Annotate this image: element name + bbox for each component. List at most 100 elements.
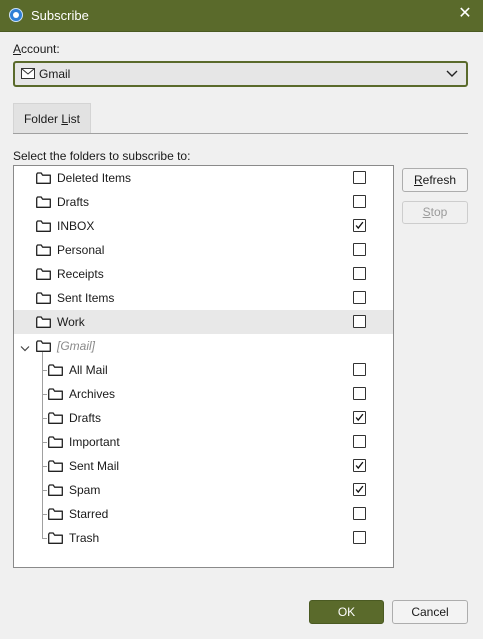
instructions-label: Select the folders to subscribe to: bbox=[13, 149, 191, 163]
folder-name: Receipts bbox=[57, 267, 104, 281]
tab-label-accel: L bbox=[61, 112, 69, 126]
folder-name: Sent Mail bbox=[69, 459, 120, 473]
check-icon bbox=[355, 413, 364, 422]
subfolder-row[interactable]: Starred bbox=[14, 502, 393, 526]
subfolder-row[interactable]: Drafts bbox=[14, 406, 393, 430]
tab-label-rest: ist bbox=[68, 112, 81, 126]
folder-icon bbox=[36, 316, 51, 328]
subfolder-row[interactable]: Trash bbox=[14, 526, 393, 550]
subfolder-row[interactable]: Archives bbox=[14, 382, 393, 406]
account-selected-value: Gmail bbox=[39, 67, 71, 81]
folder-name: Spam bbox=[69, 483, 101, 497]
subscribe-checkbox[interactable] bbox=[353, 459, 366, 472]
window-title: Subscribe bbox=[31, 8, 89, 23]
tree-branch-line bbox=[42, 538, 47, 539]
folder-name: INBOX bbox=[57, 219, 95, 233]
folder-icon bbox=[48, 412, 63, 424]
account-label-accel: A bbox=[13, 42, 22, 56]
subscribe-checkbox[interactable] bbox=[353, 435, 366, 448]
folder-icon bbox=[48, 508, 63, 520]
folder-name: Starred bbox=[69, 507, 109, 521]
folder-name: All Mail bbox=[69, 363, 108, 377]
subfolder-row[interactable]: All Mail bbox=[14, 358, 393, 382]
subscribe-checkbox[interactable] bbox=[353, 219, 366, 232]
folder-icon bbox=[48, 388, 63, 400]
folder-row[interactable]: INBOX bbox=[14, 214, 393, 238]
close-icon[interactable]: ✕ bbox=[457, 6, 473, 22]
folder-icon bbox=[36, 268, 51, 280]
tree-branch-line bbox=[42, 514, 47, 515]
mail-icon bbox=[21, 68, 35, 79]
subscribe-checkbox[interactable] bbox=[353, 171, 366, 184]
check-icon bbox=[355, 485, 364, 494]
title-bar: Subscribe ✕ bbox=[0, 0, 483, 32]
subscribe-checkbox[interactable] bbox=[353, 507, 366, 520]
tree-branch-line bbox=[42, 490, 47, 491]
folder-name: Sent Items bbox=[57, 291, 115, 305]
stop-rest: top bbox=[430, 205, 448, 219]
folder-name: Important bbox=[69, 435, 120, 449]
refresh-rest: efresh bbox=[422, 173, 457, 187]
folder-name: Archives bbox=[69, 387, 116, 401]
folder-group-row[interactable]: [Gmail] bbox=[14, 334, 393, 358]
tree-branch-line bbox=[42, 394, 47, 395]
subscribe-checkbox[interactable] bbox=[353, 363, 366, 376]
folder-icon bbox=[36, 292, 51, 304]
folder-icon bbox=[36, 244, 51, 256]
folder-row[interactable]: Receipts bbox=[14, 262, 393, 286]
refresh-accel: R bbox=[413, 173, 423, 187]
app-icon bbox=[9, 8, 23, 22]
account-dropdown[interactable]: Gmail bbox=[13, 61, 468, 87]
folder-name: Personal bbox=[57, 243, 105, 257]
tab-folder-list[interactable]: Folder List bbox=[13, 103, 91, 133]
tree-branch-line bbox=[42, 442, 47, 443]
subscribe-checkbox[interactable] bbox=[353, 291, 366, 304]
subfolder-row[interactable]: Sent Mail bbox=[14, 454, 393, 478]
subscribe-checkbox[interactable] bbox=[353, 243, 366, 256]
stop-accel: S bbox=[422, 205, 431, 219]
folder-icon bbox=[36, 196, 51, 208]
tree-branch-line bbox=[42, 370, 47, 371]
tree-branch-line bbox=[42, 466, 47, 467]
tree-connector-line bbox=[42, 352, 43, 538]
folder-row[interactable]: Deleted Items bbox=[14, 166, 393, 190]
folder-name: Deleted Items bbox=[57, 171, 132, 185]
folder-icon bbox=[48, 460, 63, 472]
folder-row[interactable]: Drafts bbox=[14, 190, 393, 214]
folder-icon bbox=[36, 172, 51, 184]
subscribe-checkbox[interactable] bbox=[353, 411, 366, 424]
folder-name: Trash bbox=[69, 531, 100, 545]
account-label: Account: bbox=[13, 42, 60, 56]
chevron-down-icon[interactable] bbox=[20, 342, 30, 352]
tab-label-prefix: Folder bbox=[23, 112, 62, 126]
subfolder-row[interactable]: Important bbox=[14, 430, 393, 454]
check-icon bbox=[355, 221, 364, 230]
refresh-button[interactable]: Refresh bbox=[402, 168, 468, 192]
tree-branch-line bbox=[42, 418, 47, 419]
folder-name: Drafts bbox=[57, 195, 90, 209]
folder-icon bbox=[48, 532, 63, 544]
folder-icon bbox=[36, 340, 51, 352]
subscribe-checkbox[interactable] bbox=[353, 531, 366, 544]
check-icon bbox=[355, 461, 364, 470]
stop-button[interactable]: Stop bbox=[402, 201, 468, 224]
folder-icon bbox=[48, 364, 63, 376]
folder-name: Drafts bbox=[69, 411, 102, 425]
folder-name: [Gmail] bbox=[57, 339, 96, 353]
cancel-button[interactable]: Cancel bbox=[392, 600, 468, 624]
folder-icon bbox=[48, 484, 63, 496]
folder-row[interactable]: Personal bbox=[14, 238, 393, 262]
folder-row[interactable]: Sent Items bbox=[14, 286, 393, 310]
folder-list[interactable]: Deleted Items Drafts INBOX Personal Receipts… bbox=[13, 165, 394, 568]
subscribe-checkbox[interactable] bbox=[353, 315, 366, 328]
subscribe-checkbox[interactable] bbox=[353, 195, 366, 208]
subfolder-row[interactable]: Spam bbox=[14, 478, 393, 502]
folder-icon bbox=[36, 220, 51, 232]
folder-name: Work bbox=[57, 315, 85, 329]
subscribe-checkbox[interactable] bbox=[353, 267, 366, 280]
subscribe-checkbox[interactable] bbox=[353, 387, 366, 400]
ok-button[interactable]: OK bbox=[309, 600, 384, 624]
folder-icon bbox=[48, 436, 63, 448]
subscribe-checkbox[interactable] bbox=[353, 483, 366, 496]
folder-row[interactable]: Work bbox=[14, 310, 393, 334]
